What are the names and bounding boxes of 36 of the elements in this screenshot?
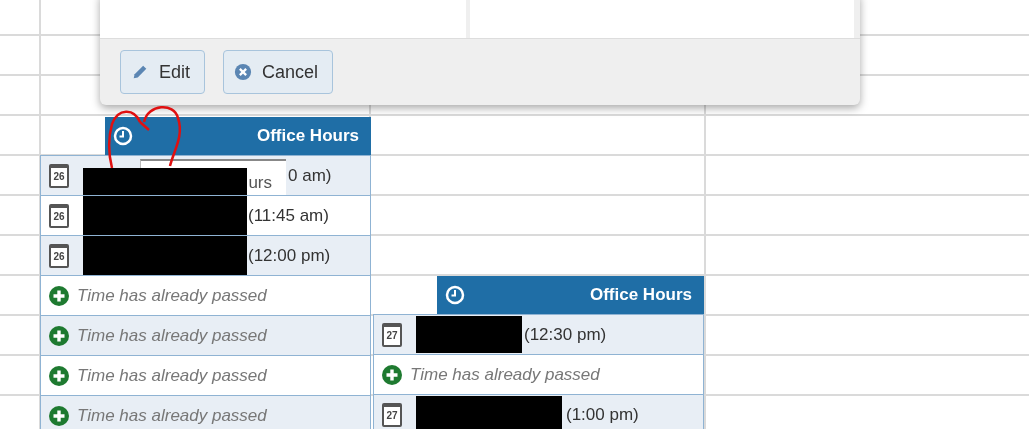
cancel-button[interactable]: Cancel xyxy=(223,50,334,94)
slot-time: (1:00 pm) xyxy=(566,404,639,425)
event-header[interactable]: Office Hours xyxy=(105,117,371,155)
slot-row[interactable]: Time has already passed xyxy=(41,395,370,429)
pencil-icon xyxy=(131,63,149,81)
slot-row[interactable]: Time has already passed xyxy=(41,315,370,355)
clock-icon xyxy=(445,285,465,305)
slot-time: 0 am) xyxy=(288,165,332,186)
plus-icon[interactable] xyxy=(49,365,69,386)
event-title: Office Hours xyxy=(256,126,359,146)
slot-status: Time has already passed xyxy=(410,364,600,385)
slot-time: (11:45 am) xyxy=(248,205,329,226)
event-header[interactable]: Office Hours xyxy=(437,276,704,314)
slot-status: Time has already passed xyxy=(77,285,267,306)
calendar-icon: 27 xyxy=(382,402,402,427)
plus-icon[interactable] xyxy=(49,285,69,306)
event-title: Office Hours xyxy=(589,285,692,305)
slot-status: Time has already passed xyxy=(77,365,267,386)
calendar-icon: 27 xyxy=(382,322,402,347)
plus-icon[interactable] xyxy=(49,405,69,426)
slot-status: Time has already passed xyxy=(77,325,267,346)
slot-row[interactable]: 26 (12:00 pm) xyxy=(41,235,370,275)
edit-button[interactable]: Edit xyxy=(120,50,206,94)
slot-time: (12:00 pm) xyxy=(248,245,331,266)
calendar-icon: 26 xyxy=(49,203,69,228)
plus-icon[interactable] xyxy=(382,364,402,385)
plus-icon[interactable] xyxy=(49,325,69,346)
calendar-icon: 26 xyxy=(49,243,69,268)
slot-row[interactable]: 27 (12:30 pm) xyxy=(374,315,703,354)
slot-time: (12:30 pm) xyxy=(524,324,607,345)
close-icon xyxy=(234,63,253,81)
slot-row[interactable]: 26 (11:45 am) xyxy=(41,195,370,235)
slot-status: Time has already passed xyxy=(77,405,267,426)
slot-row[interactable]: 27 (1:00 pm) xyxy=(374,394,703,429)
calendar-icon: 26 xyxy=(49,163,69,188)
clock-icon xyxy=(113,126,133,146)
